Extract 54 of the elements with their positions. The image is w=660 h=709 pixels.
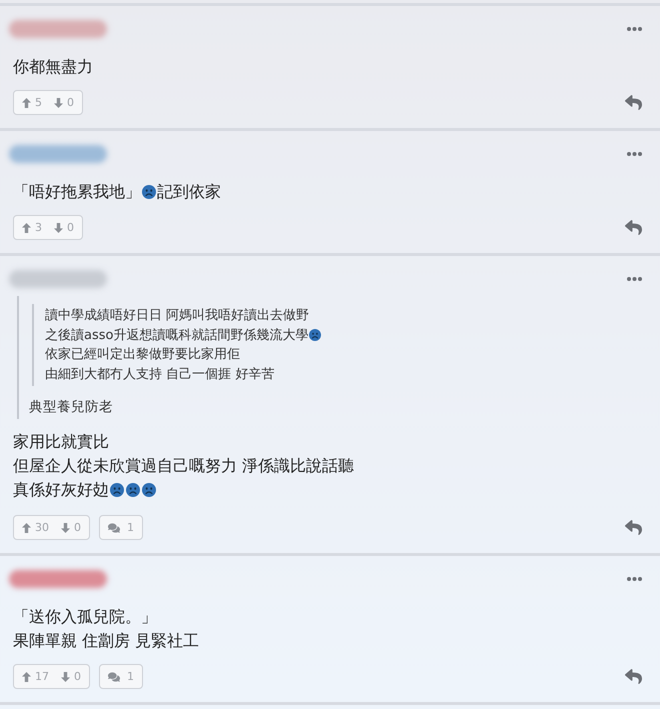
ellipsis-icon bbox=[627, 27, 642, 31]
ellipsis-icon bbox=[627, 577, 642, 581]
arrow-down-icon bbox=[61, 672, 70, 682]
reply-icon bbox=[625, 219, 642, 236]
reply-button[interactable] bbox=[625, 519, 642, 536]
quote-text: 讀中學成績唔好日日 阿媽叫我唔好讀出去做野 bbox=[45, 308, 310, 323]
comment-text: 但屋企人從未欣賞過自己嘅努力 淨係識比說話聽 bbox=[13, 456, 354, 475]
arrow-up-icon bbox=[22, 222, 31, 232]
quote-text: 典型養兒防老 bbox=[29, 399, 113, 415]
comment-text: 你都無盡力 bbox=[13, 57, 93, 76]
more-button[interactable] bbox=[627, 27, 642, 31]
ellipsis-icon bbox=[627, 277, 642, 281]
speech-bubbles-icon bbox=[108, 670, 120, 682]
ellipsis-icon bbox=[627, 152, 642, 156]
sad-face-icon bbox=[309, 328, 322, 340]
downvote-button[interactable]: 0 bbox=[61, 671, 81, 682]
downvote-button[interactable]: 0 bbox=[61, 522, 81, 533]
arrow-up-icon bbox=[22, 522, 31, 532]
reply-button[interactable] bbox=[625, 668, 642, 685]
more-button[interactable] bbox=[627, 577, 642, 581]
downvote-button[interactable]: 0 bbox=[54, 97, 74, 108]
more-button[interactable] bbox=[627, 152, 642, 156]
upvote-button[interactable]: 5 bbox=[22, 97, 42, 108]
arrow-down-icon bbox=[54, 98, 63, 108]
reply-icon bbox=[625, 668, 642, 685]
reply-icon bbox=[625, 94, 642, 111]
reply-button[interactable] bbox=[625, 94, 642, 111]
downvote-button[interactable]: 0 bbox=[54, 222, 74, 233]
upvote-button[interactable]: 30 bbox=[22, 522, 49, 533]
quote-text: 之後讀asso升返想讀嘅科就話間野係幾流大學 bbox=[45, 328, 308, 342]
replies-button[interactable]: 1 bbox=[99, 515, 143, 540]
quote-text: 由細到大都冇人支持 自己一個捱 好辛苦 bbox=[45, 366, 274, 382]
quote-text: 依家已經叫定出黎做野要比家用佢 bbox=[45, 347, 240, 362]
upvote-button[interactable]: 3 bbox=[22, 222, 42, 233]
arrow-down-icon bbox=[61, 522, 70, 532]
arrow-up-icon bbox=[22, 672, 31, 682]
upvote-button[interactable]: 17 bbox=[22, 671, 49, 682]
arrow-down-icon bbox=[54, 222, 63, 232]
sad-face-icon bbox=[126, 483, 140, 497]
comment-text: 果陣單親 住劏房 見緊社工 bbox=[13, 631, 200, 650]
replies-button[interactable]: 1 bbox=[99, 664, 143, 689]
speech-bubbles-icon bbox=[108, 522, 120, 534]
sad-face-icon bbox=[142, 185, 156, 199]
comment-text: 真係好灰好攰 bbox=[13, 480, 109, 499]
comment-text: 記到依家 bbox=[157, 182, 221, 201]
reply-button[interactable] bbox=[625, 219, 642, 236]
arrow-up-icon bbox=[22, 98, 31, 108]
comment-text: 「送你入孤兒院。」 bbox=[13, 607, 157, 626]
sad-face-icon bbox=[110, 483, 124, 497]
sad-face-icon bbox=[142, 483, 156, 497]
more-button[interactable] bbox=[627, 277, 642, 281]
reply-icon bbox=[625, 519, 642, 536]
comment-text: 家用比就實比 bbox=[13, 432, 109, 451]
comment-text: 「唔好拖累我地」 bbox=[13, 182, 141, 201]
